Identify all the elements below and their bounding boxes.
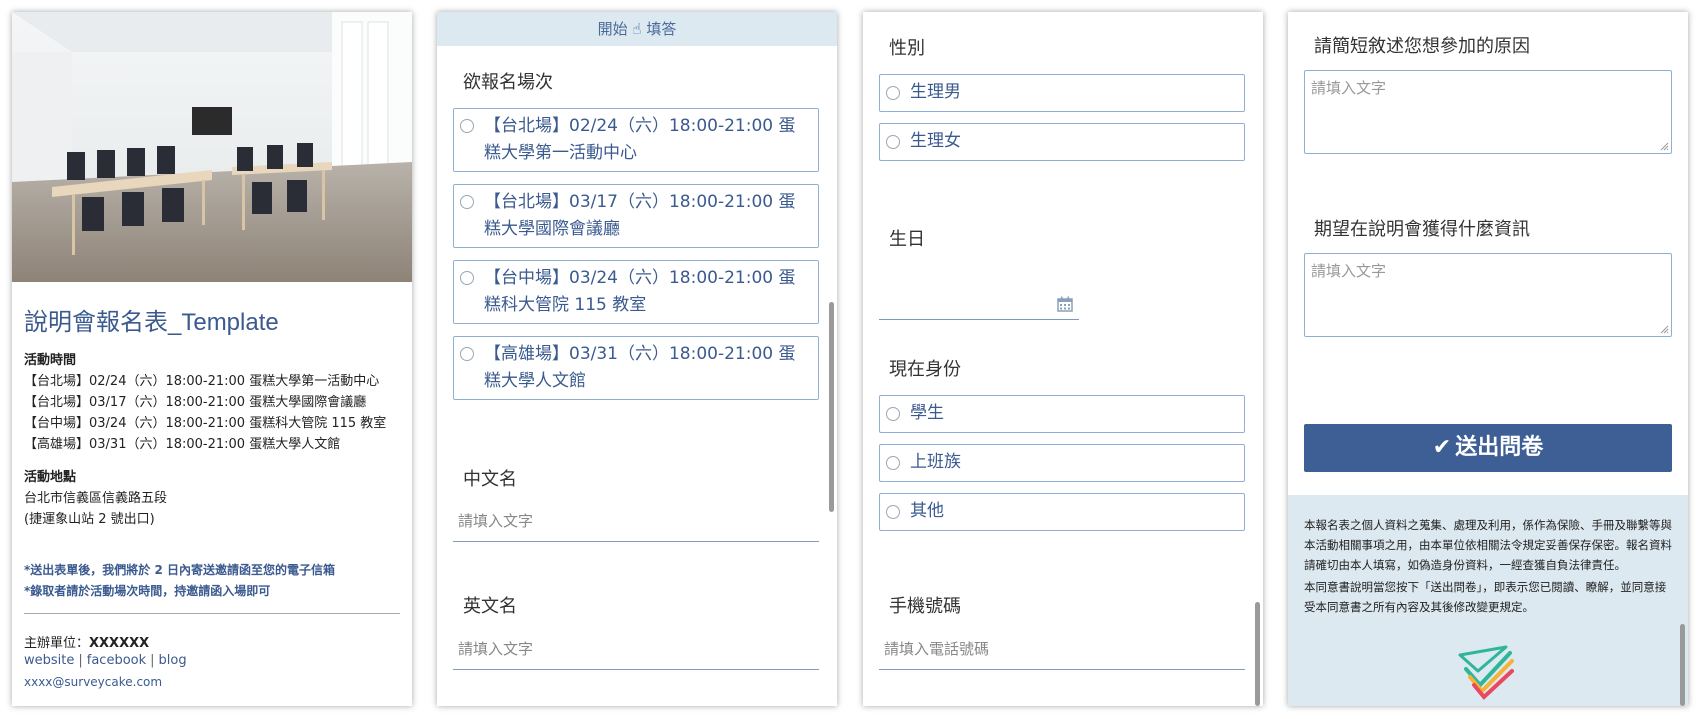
birthday-input[interactable] <box>879 290 1079 320</box>
place-heading: 活動地點 <box>24 470 77 485</box>
radio-icon <box>886 456 900 470</box>
divider <box>24 613 400 614</box>
radio-icon <box>460 195 474 209</box>
place-line: (捷運象山站 2 號出口) <box>24 512 155 527</box>
resize-grip-icon[interactable] <box>1660 325 1669 334</box>
calendar-icon[interactable] <box>1057 296 1073 312</box>
resize-grip-icon[interactable] <box>1660 142 1669 151</box>
note-line: *送出表單後，我們將於 2 日內寄送邀請函至您的電子信箱 <box>24 563 335 577</box>
expect-label: 期望在說明會獲得什麼資訊 <box>1314 219 1530 240</box>
gender-option-label: 生理女 <box>910 131 961 151</box>
notes: *送出表單後，我們將於 2 日內寄送邀請函至您的電子信箱 *錄取者請於活動場次時… <box>24 560 335 602</box>
organizer-value: XXXXXX <box>89 636 150 651</box>
place-line: 台北市信義區信義路五段 <box>24 491 168 506</box>
radio-icon <box>460 119 474 133</box>
scrollbar[interactable] <box>1255 602 1260 706</box>
event-info: 活動時間 【台北場】02/24（六）18:00-21:00 蛋糕大學第一活動中心… <box>24 350 404 530</box>
en-name-input[interactable]: 請填入文字 <box>453 638 819 670</box>
submit-label: 送出問卷 <box>1455 435 1544 460</box>
expect-placeholder: 請填入文字 <box>1311 262 1387 280</box>
page-title: 說明會報名表_Template <box>24 309 279 336</box>
check-icon: ✔ <box>1432 435 1452 460</box>
privacy-paragraph: 本報名表之個人資料之蒐集、處理及利用，係作為保險、手冊及聯繫等與本活動相關事項之… <box>1304 518 1672 572</box>
cn-name-label: 中文名 <box>463 469 517 490</box>
organizer-label: 主辦單位： <box>24 636 90 651</box>
submit-button[interactable]: ✔ 送出問卷 <box>1304 424 1672 472</box>
session-option-label: 【台中場】03/24（六）18:00-21:00 蛋糕科大管院 115 教室 <box>484 268 796 315</box>
gender-label: 性別 <box>889 38 925 59</box>
status-option[interactable]: 上班族 <box>879 444 1245 482</box>
start-bar[interactable]: 開始 ☝ 填答 <box>437 12 837 46</box>
session-option-label: 【台北場】03/17（六）18:00-21:00 蛋糕大學國際會議廳 <box>484 192 796 239</box>
privacy-footer: 本報名表之個人資料之蒐集、處理及利用，係作為保險、手冊及聯繫等與本活動相關事項之… <box>1288 495 1688 706</box>
reason-label: 請簡短敘述您想參加的原因 <box>1314 36 1530 57</box>
time-line: 【台北場】02/24（六）18:00-21:00 蛋糕大學第一活動中心 <box>24 374 380 389</box>
time-heading: 活動時間 <box>24 353 77 368</box>
session-option[interactable]: 【台中場】03/24（六）18:00-21:00 蛋糕科大管院 115 教室 <box>453 260 819 324</box>
blog-link[interactable]: blog <box>159 653 187 668</box>
reason-placeholder: 請填入文字 <box>1311 79 1387 97</box>
surveycake-logo-icon <box>1458 645 1514 700</box>
website-link[interactable]: website <box>24 653 74 668</box>
en-name-label: 英文名 <box>463 596 517 617</box>
phone-label: 手機號碼 <box>889 596 961 617</box>
radio-icon <box>886 407 900 421</box>
phone-input[interactable]: 請填入電話號碼 <box>879 638 1245 670</box>
radio-icon <box>460 347 474 361</box>
profile-panel: 性別 生理男 生理女 生日 現在身份 學生 上班族 其他 手機號碼 請填入電話號… <box>863 12 1263 706</box>
gender-option[interactable]: 生理女 <box>879 123 1245 161</box>
birthday-label: 生日 <box>889 229 925 250</box>
intro-panel: 說明會報名表_Template 活動時間 【台北場】02/24（六）18:00-… <box>12 12 412 706</box>
radio-icon <box>886 505 900 519</box>
status-option[interactable]: 其他 <box>879 493 1245 531</box>
status-option-label: 其他 <box>910 501 944 521</box>
session-panel: 開始 ☝ 填答 欲報名場次 【台北場】02/24（六）18:00-21:00 蛋… <box>437 12 837 706</box>
status-label: 現在身份 <box>889 359 961 380</box>
radio-icon <box>886 135 900 149</box>
session-option-label: 【台北場】02/24（六）18:00-21:00 蛋糕大學第一活動中心 <box>484 116 796 163</box>
scrollbar[interactable] <box>829 302 834 512</box>
privacy-paragraph: 本同意書說明當您按下「送出問卷」，即表示您已閱讀、瞭解，並同意接受本同意書之所有… <box>1304 580 1667 614</box>
reason-textarea[interactable]: 請填入文字 <box>1304 70 1672 154</box>
radio-icon <box>460 271 474 285</box>
time-line: 【台北場】03/17（六）18:00-21:00 蛋糕大學國際會議廳 <box>24 395 367 410</box>
session-option[interactable]: 【台北場】02/24（六）18:00-21:00 蛋糕大學第一活動中心 <box>453 108 819 172</box>
session-option[interactable]: 【台北場】03/17（六）18:00-21:00 蛋糕大學國際會議廳 <box>453 184 819 248</box>
session-option-label: 【高雄場】03/31（六）18:00-21:00 蛋糕大學人文館 <box>484 344 796 391</box>
note-line: *錄取者請於活動場次時間，持邀請函入場即可 <box>24 584 271 598</box>
status-option-label: 學生 <box>910 403 944 423</box>
status-option[interactable]: 學生 <box>879 395 1245 433</box>
time-line: 【台中場】03/24（六）18:00-21:00 蛋糕科大管院 115 教室 <box>24 416 387 431</box>
gender-option-label: 生理男 <box>910 82 961 102</box>
cn-name-input[interactable]: 請填入文字 <box>453 510 819 542</box>
meeting-room-image <box>12 12 412 282</box>
contact-email[interactable]: xxxx@surveycake.com <box>24 675 162 689</box>
session-label: 欲報名場次 <box>463 72 553 93</box>
organizer: 主辦單位：XXXXXX <box>24 632 149 651</box>
session-option[interactable]: 【高雄場】03/31（六）18:00-21:00 蛋糕大學人文館 <box>453 336 819 400</box>
expect-textarea[interactable]: 請填入文字 <box>1304 253 1672 337</box>
scrollbar[interactable] <box>1680 624 1685 706</box>
social-links: website | facebook | blog <box>24 653 187 668</box>
privacy-text: 本報名表之個人資料之蒐集、處理及利用，係作為保險、手冊及聯繫等與本活動相關事項之… <box>1304 515 1672 619</box>
feedback-panel: 請簡短敘述您想參加的原因 請填入文字 期望在說明會獲得什麼資訊 請填入文字 ✔ 送… <box>1288 12 1688 706</box>
radio-icon <box>886 86 900 100</box>
status-option-label: 上班族 <box>910 452 961 472</box>
gender-option[interactable]: 生理男 <box>879 74 1245 112</box>
facebook-link[interactable]: facebook <box>87 653 146 668</box>
time-line: 【高雄場】03/31（六）18:00-21:00 蛋糕大學人文館 <box>24 437 341 452</box>
